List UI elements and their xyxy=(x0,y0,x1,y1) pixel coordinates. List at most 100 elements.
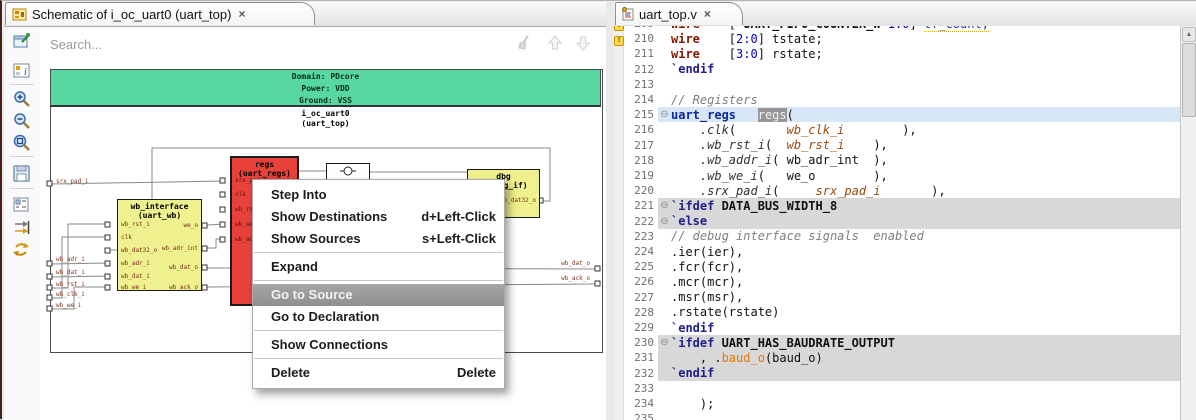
vertical-scrollbar[interactable]: ▲ xyxy=(1180,26,1196,420)
scroll-up-icon[interactable]: ▲ xyxy=(1182,27,1196,42)
code-line-230[interactable]: 230 ⊖ `ifdef UART_HAS_BAUDRATE_OUTPUT xyxy=(614,335,1181,351)
menu-item-expand[interactable]: Expand xyxy=(253,256,504,278)
code-line-217[interactable]: 217 .wb_rst_i( wb_rst_i ), xyxy=(614,138,1181,153)
code-line-215[interactable]: 215 ⊖ uart_regs regs( xyxy=(614,107,1181,123)
code-text[interactable]: .rstate(rstate) xyxy=(671,305,779,319)
code-token: [ xyxy=(700,26,743,31)
code-line-231[interactable]: 231 , .baud_o(baud_o) xyxy=(614,350,1181,366)
code-line-226[interactable]: 226 .mcr(mcr), xyxy=(614,274,1181,289)
code-text[interactable]: .msr(msr), xyxy=(671,290,743,304)
code-editor[interactable]: !209 wire [ UART_FIFO_COUNTER_W-1:0] tf_c… xyxy=(614,26,1196,420)
scrollbar-thumb[interactable] xyxy=(1182,43,1196,117)
properties-icon[interactable]: i xyxy=(13,62,31,80)
code-area[interactable]: !209 wire [ UART_FIFO_COUNTER_W-1:0] tf_c… xyxy=(614,26,1181,420)
menu-item-step-into[interactable]: Step Into xyxy=(253,184,504,206)
code-text[interactable]: .wb_rst_i( wb_rst_i ), xyxy=(671,138,888,152)
code-line-221[interactable]: 221 ⊖ `ifdef DATA_BUS_WIDTH_8 xyxy=(614,198,1181,214)
new-window-pin-icon[interactable] xyxy=(13,32,31,50)
code-text[interactable]: wire [ UART_FIFO_COUNTER_W-1:0] tf_count… xyxy=(671,26,989,32)
code-line-218[interactable]: 218 .wb_addr_i( wb_adr_int ), xyxy=(614,153,1181,168)
code-text[interactable]: `else xyxy=(671,214,707,228)
code-text[interactable]: wire [3:0] rstate; xyxy=(671,47,823,61)
code-line-214[interactable]: 214 // Registers xyxy=(614,92,1181,107)
tab-close-icon[interactable]: × xyxy=(238,7,245,21)
code-line-213[interactable]: 213 xyxy=(614,77,1181,92)
clear-search-icon[interactable] xyxy=(516,34,534,52)
code-text[interactable]: wire [2:0] tstate; xyxy=(671,32,823,46)
code-token: DATA_BUS_WIDTH_8 xyxy=(714,198,838,213)
code-text[interactable]: .wb_we_i( we_o ), xyxy=(671,169,888,183)
code-text[interactable]: uart_regs regs( xyxy=(671,107,794,122)
code-line-233[interactable]: 233 xyxy=(614,381,1181,396)
port-label: wb_dat32_o xyxy=(121,247,158,254)
zoom-in-icon[interactable] xyxy=(13,90,31,108)
code-line-228[interactable]: 228 .rstate(rstate) xyxy=(614,305,1181,320)
menu-item-show-connections[interactable]: Show Connections xyxy=(253,334,504,356)
edge-port-label: wb_adr_i xyxy=(56,256,85,263)
trace-signal-icon[interactable] xyxy=(13,219,31,237)
line-number: 213 xyxy=(634,77,654,91)
previous-match-icon[interactable] xyxy=(546,34,564,52)
panel-sash[interactable] xyxy=(606,2,614,420)
save-icon[interactable] xyxy=(13,165,31,183)
tab-uart-top-v[interactable]: uart_top.v × xyxy=(615,2,743,25)
code-text[interactable]: .ier(ier), xyxy=(671,245,743,259)
swap-icon[interactable] xyxy=(13,241,31,259)
edge-port-label: wb_we_i xyxy=(56,302,82,309)
code-token: ); xyxy=(671,396,715,411)
code-token: ( xyxy=(764,138,787,153)
schematic-canvas[interactable]: Domain: PDcore Power: VDD Ground: VSS i_… xyxy=(40,58,606,420)
menu-separator xyxy=(253,328,504,334)
code-line-223[interactable]: 223 // debug interface signals enabled xyxy=(614,229,1181,244)
code-line-227[interactable]: 227 .msr(msr), xyxy=(614,290,1181,305)
code-text[interactable]: `ifdef DATA_BUS_WIDTH_8 xyxy=(671,199,837,213)
code-text[interactable]: .clk( wb_clk_i ), xyxy=(671,123,917,137)
code-text[interactable]: .wb_addr_i( wb_adr_int ), xyxy=(671,153,888,167)
code-line-225[interactable]: 225 .fcr(fcr), xyxy=(614,259,1181,274)
line-number: 224 xyxy=(634,245,654,259)
code-line-232[interactable]: 232 `endif xyxy=(614,365,1181,381)
block-clock-buffer[interactable] xyxy=(326,163,370,180)
code-text[interactable]: ); xyxy=(671,397,714,411)
tab-schematic[interactable]: Schematic of i_oc_uart0 (uart_top) × xyxy=(5,2,315,25)
fold-collapse-icon[interactable]: ⊖ xyxy=(658,200,671,211)
fold-collapse-icon[interactable]: ⊖ xyxy=(658,216,671,227)
code-line-219[interactable]: 219 .wb_we_i( we_o ), xyxy=(614,168,1181,183)
zoom-fit-icon[interactable] xyxy=(13,134,31,152)
code-line-222[interactable]: 222 ⊖ `else xyxy=(614,213,1181,229)
code-line-212[interactable]: 212 `endif xyxy=(614,62,1181,77)
code-line-210[interactable]: ! 210 wire [2:0] tstate; xyxy=(614,31,1181,47)
code-line-224[interactable]: 224 .ier(ier), xyxy=(614,244,1181,259)
code-line-211[interactable]: 211 wire [3:0] rstate; xyxy=(614,46,1181,61)
code-text[interactable]: `endif xyxy=(671,321,714,335)
options-icon[interactable] xyxy=(13,196,31,214)
code-text[interactable]: .mcr(mcr), xyxy=(671,275,743,289)
block-wb-interface[interactable]: wb_interface (uart_wb) wb_rst_i clk wb_d… xyxy=(117,199,202,291)
zoom-out-icon[interactable] xyxy=(13,112,31,130)
menu-item-show-sources[interactable]: Show Sources s+Left-Click xyxy=(253,228,504,250)
toolbar-separator xyxy=(10,156,34,157)
code-text[interactable]: `endif xyxy=(671,62,714,76)
code-text[interactable]: // debug interface signals enabled xyxy=(671,229,924,243)
code-text[interactable]: `endif xyxy=(671,366,714,380)
fold-collapse-icon[interactable]: ⊖ xyxy=(658,337,671,348)
code-text[interactable]: // Registers xyxy=(671,93,758,107)
code-line-234[interactable]: 234 ); xyxy=(614,396,1181,411)
code-line-229[interactable]: 229 `endif xyxy=(614,320,1181,335)
menu-item-delete[interactable]: Delete Delete xyxy=(253,362,504,384)
toolbar-separator xyxy=(10,188,34,189)
next-match-icon[interactable] xyxy=(574,34,592,52)
search-input[interactable] xyxy=(48,32,522,56)
block-name: wb_interface xyxy=(130,202,189,211)
fold-collapse-icon[interactable]: ⊖ xyxy=(658,109,671,120)
code-text[interactable]: , .baud_o(baud_o) xyxy=(671,351,823,365)
menu-item-go-to-source[interactable]: Go to Source xyxy=(253,284,504,306)
menu-item-go-to-declaration[interactable]: Go to Declaration xyxy=(253,306,504,328)
code-line-220[interactable]: 220 .srx_pad_i( srx_pad_i ), xyxy=(614,183,1181,198)
code-text[interactable]: .fcr(fcr), xyxy=(671,260,743,274)
menu-item-show-destinations[interactable]: Show Destinations d+Left-Click xyxy=(253,206,504,228)
code-text[interactable]: .srx_pad_i( srx_pad_i ), xyxy=(671,184,946,198)
code-line-216[interactable]: 216 .clk( wb_clk_i ), xyxy=(614,122,1181,137)
tab-close-icon[interactable]: × xyxy=(704,7,711,21)
code-text[interactable]: `ifdef UART_HAS_BAUDRATE_OUTPUT xyxy=(671,336,895,350)
